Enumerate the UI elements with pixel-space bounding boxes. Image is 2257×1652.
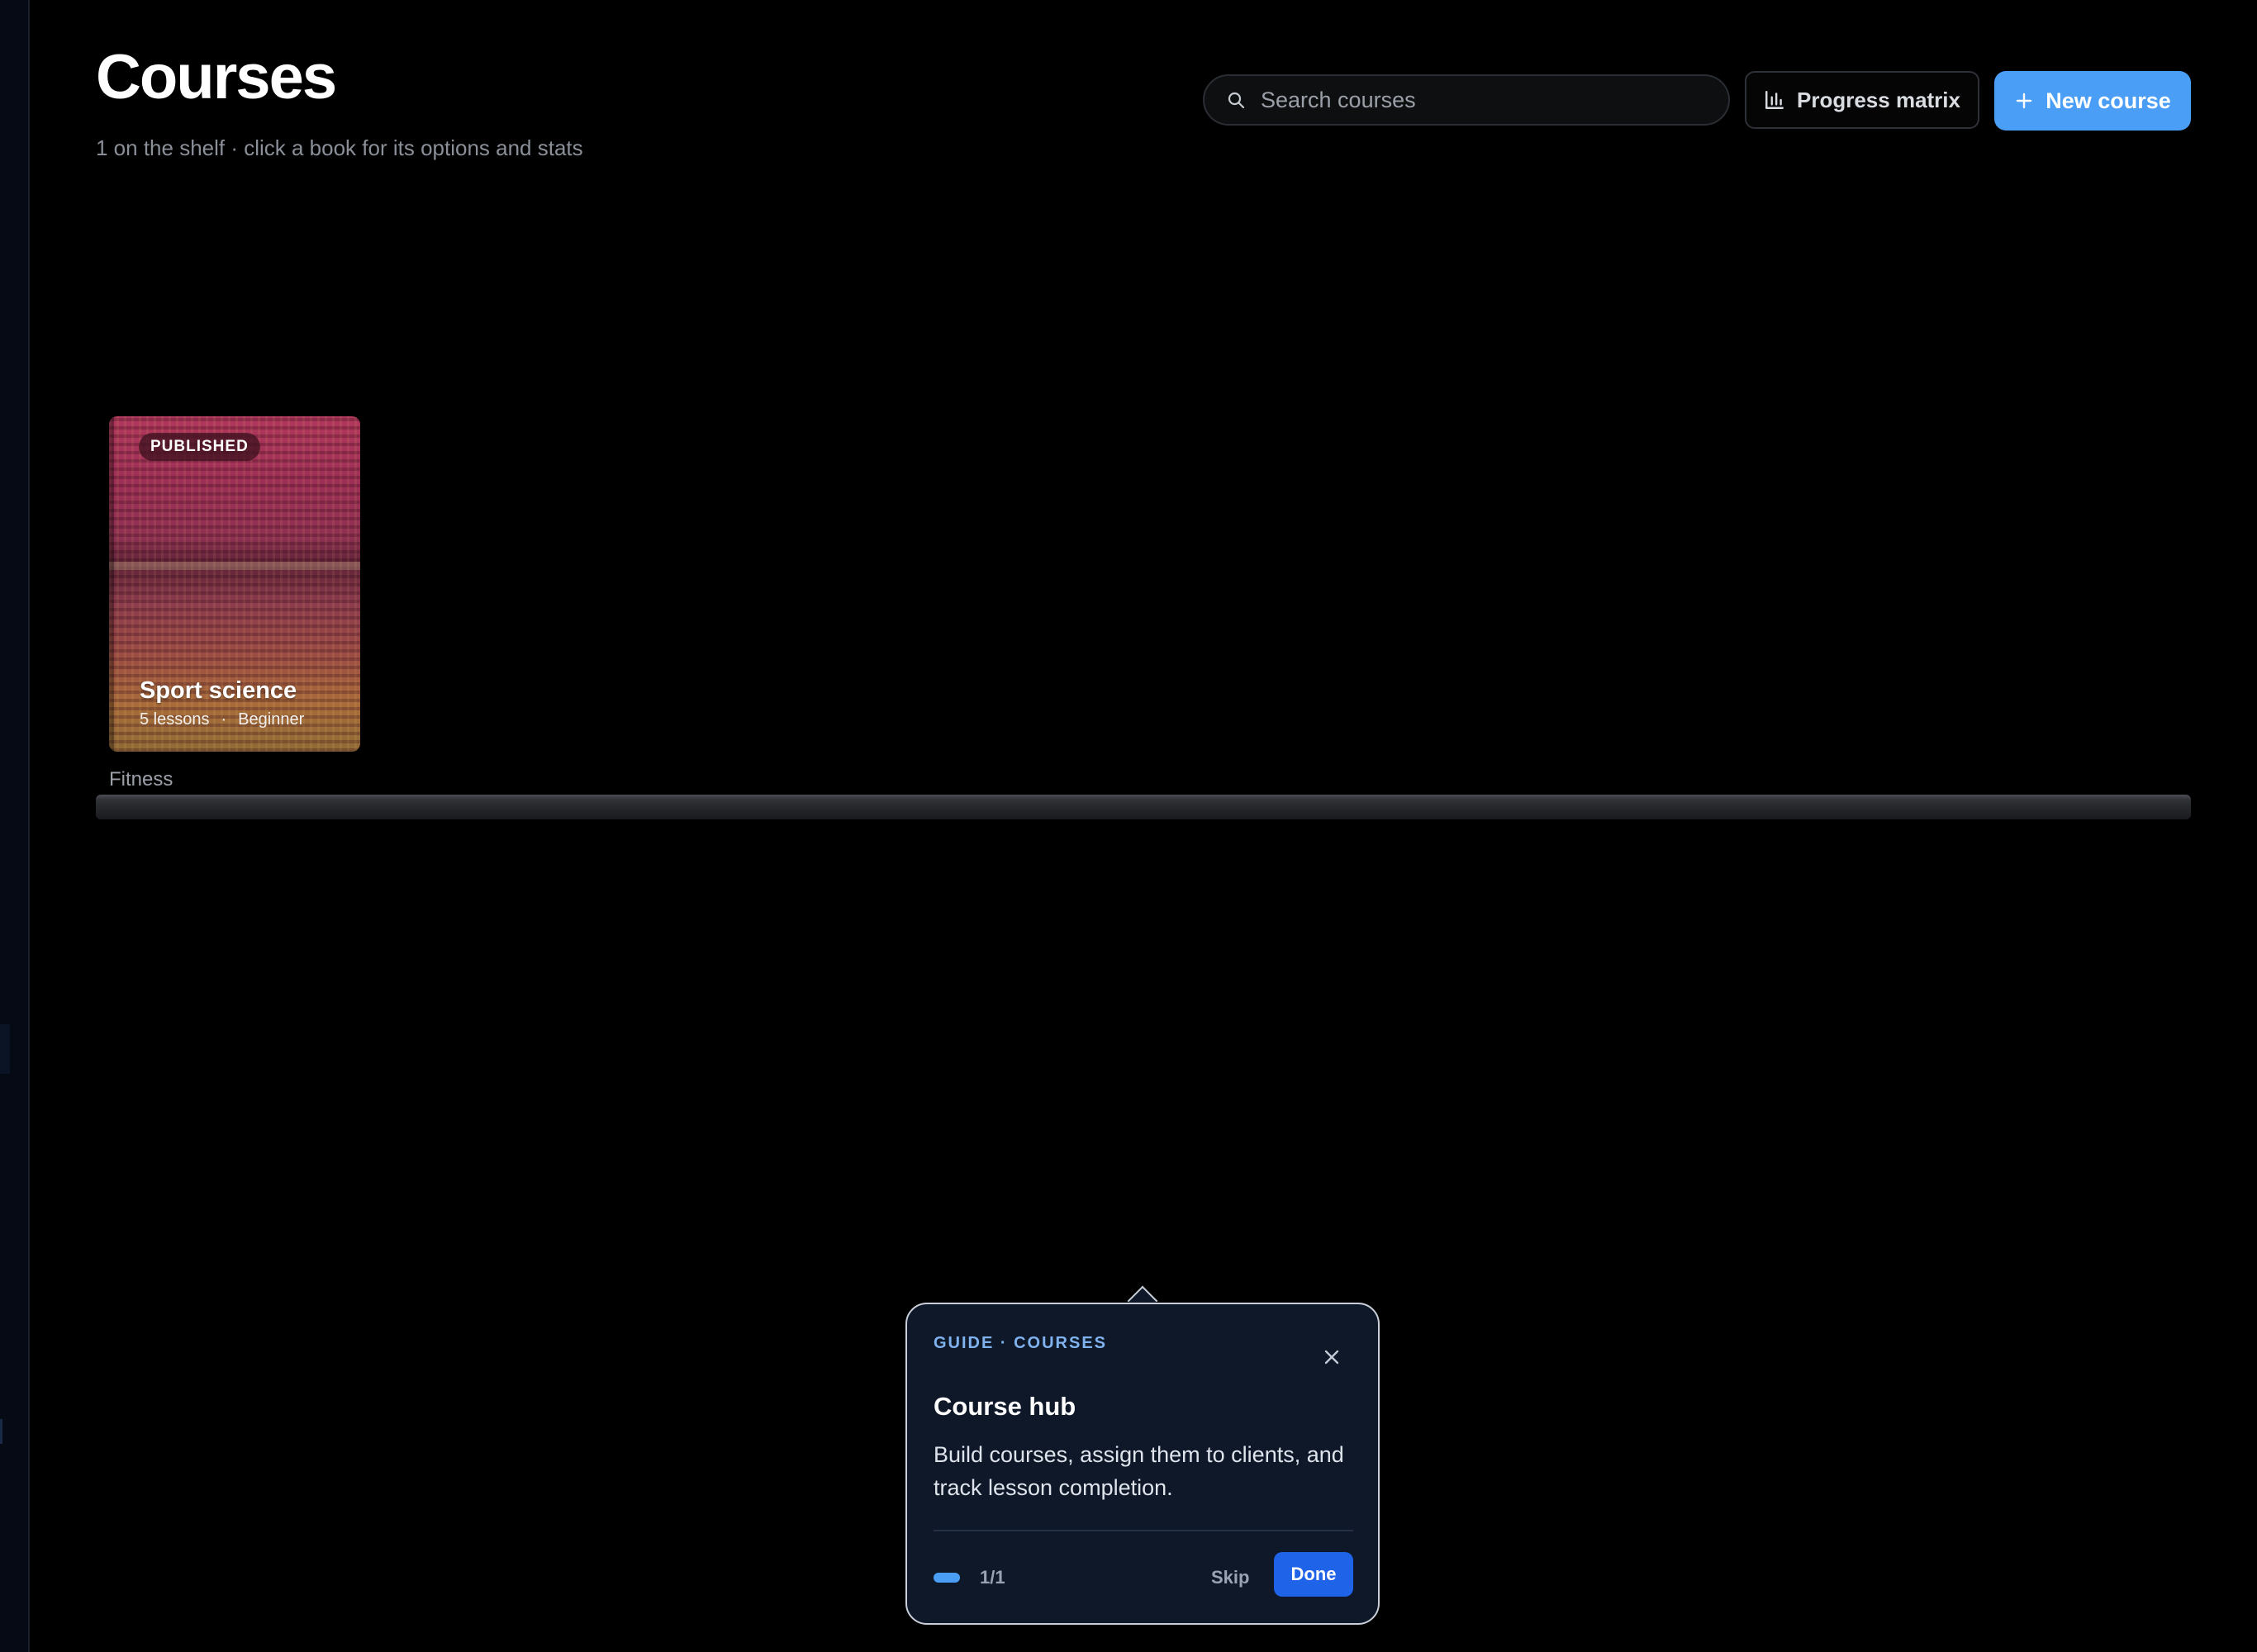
- guide-eyebrow: GUIDE · COURSES: [934, 1334, 1108, 1352]
- status-badge: PUBLISHED: [139, 433, 260, 461]
- guide-skip-button[interactable]: Skip: [1211, 1567, 1249, 1588]
- progress-matrix-button[interactable]: Progress matrix: [1745, 71, 1979, 129]
- shelf-label: Fitness: [109, 768, 173, 790]
- guide-popover: GUIDE · COURSES Course hub Build courses…: [905, 1303, 1380, 1625]
- book-title: Sport science: [140, 677, 297, 704]
- book-meta-separator: ·: [221, 710, 227, 729]
- plus-icon: [2017, 93, 2032, 109]
- book-meta: 5 lessons · Beginner: [140, 710, 304, 729]
- page-title: Courses: [96, 42, 337, 112]
- guide-done-button[interactable]: Done: [1274, 1552, 1353, 1597]
- progress-matrix-label: Progress matrix: [1797, 87, 1960, 112]
- sidebar-indicator: [0, 1024, 10, 1074]
- guide-step-indicator: [934, 1573, 960, 1583]
- close-icon[interactable]: [1320, 1346, 1343, 1369]
- new-course-label: New course: [2046, 88, 2171, 113]
- shelf: [96, 795, 2191, 819]
- sidebar-indicator-small: [0, 1419, 2, 1444]
- course-book-sport-science[interactable]: PUBLISHED Sport science 5 lessons · Begi…: [109, 416, 360, 752]
- book-level: Beginner: [238, 710, 305, 729]
- search-box[interactable]: [1203, 74, 1730, 126]
- page-subtitle: 1 on the shelf · click a book for its op…: [96, 135, 583, 160]
- book-cover-detail: [109, 562, 360, 570]
- guide-body: Build courses, assign them to clients, a…: [934, 1442, 1344, 1500]
- book-lessons: 5 lessons: [140, 710, 210, 729]
- guide-step-count: 1/1: [980, 1567, 1005, 1588]
- new-course-button[interactable]: New course: [1994, 71, 2191, 131]
- guide-divider: [934, 1530, 1353, 1531]
- bar-chart-icon: [1765, 91, 1784, 109]
- book-spine: [109, 416, 114, 752]
- sidebar-edge: [0, 0, 30, 1652]
- search-input[interactable]: [1259, 86, 1708, 114]
- guide-title: Course hub: [934, 1392, 1076, 1421]
- search-icon: [1228, 92, 1245, 109]
